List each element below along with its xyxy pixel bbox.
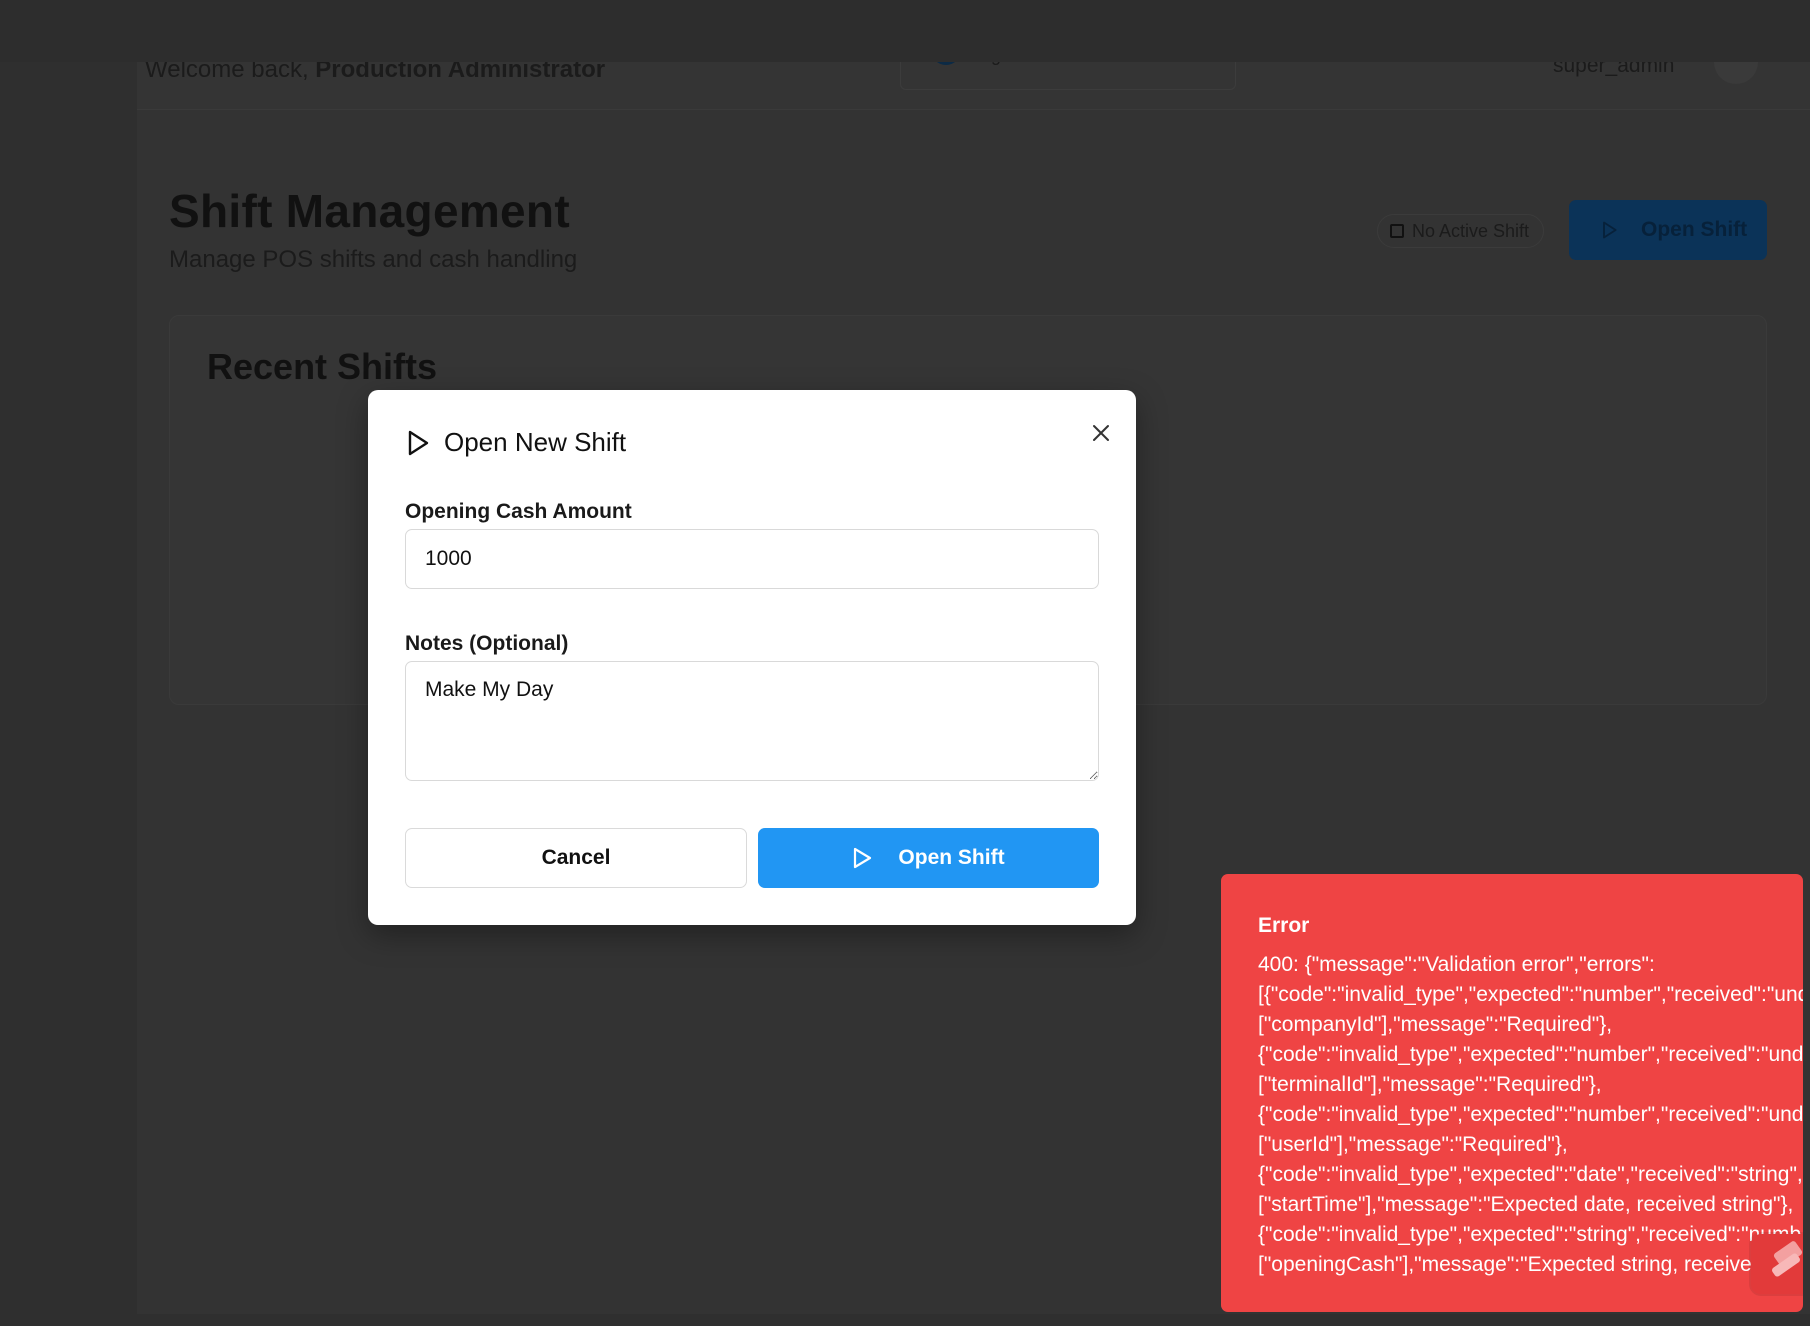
open-shift-button[interactable]: Open Shift xyxy=(1569,200,1767,260)
toast-line: ["terminalId"],"message":"Required"}, xyxy=(1258,1073,1602,1096)
toast-line: {"code":"invalid_type","expected":"date"… xyxy=(1258,1163,1803,1186)
notes-textarea[interactable]: Make My Day xyxy=(405,661,1099,781)
dialog-title: Open New Shift xyxy=(444,427,627,457)
user-role: super_admin xyxy=(1553,62,1675,77)
cancel-button[interactable]: Cancel xyxy=(405,828,747,888)
page-subtitle: Manage POS shifts and cash handling xyxy=(169,246,578,273)
toast-title: Error xyxy=(1258,914,1310,937)
app-header: Welcome back, Production Administrator g… xyxy=(137,62,1810,110)
avatar[interactable] xyxy=(1714,62,1758,84)
square-icon xyxy=(1390,224,1404,238)
toast-line: {"code":"invalid_type","expected":"strin… xyxy=(1258,1223,1802,1246)
toast-line: {"code":"invalid_type","expected":"numbe… xyxy=(1258,1103,1803,1126)
play-icon xyxy=(1603,221,1617,239)
opening-cash-label: Opening Cash Amount xyxy=(405,500,632,523)
notes-label: Notes (Optional) xyxy=(405,632,569,655)
opening-cash-input[interactable] xyxy=(405,529,1099,589)
dialog-header: Open New Shift xyxy=(406,427,626,458)
close-icon xyxy=(1093,425,1109,441)
toast-line: {"code":"invalid_type","expected":"numbe… xyxy=(1258,1043,1803,1066)
toast-line: ["startTime"],"message":"Expected date, … xyxy=(1258,1193,1794,1216)
company-selector[interactable]: general xyxy=(900,62,1236,90)
toast-line: [{"code":"invalid_type","expected":"numb… xyxy=(1258,983,1803,1006)
page-title: Shift Management xyxy=(169,185,570,237)
welcome-text: Welcome back, Production Administrator xyxy=(145,62,605,84)
toast-line: ["userId"],"message":"Required"}, xyxy=(1258,1133,1568,1156)
open-shift-label: Open Shift xyxy=(1641,218,1748,241)
open-shift-dialog: Open New Shift Opening Cash Amount Notes… xyxy=(368,390,1136,925)
welcome-prefix: Welcome back, xyxy=(145,62,309,83)
recent-shifts-title: Recent Shifts xyxy=(207,346,438,387)
window-top-bar xyxy=(0,0,1810,62)
submit-open-shift-button[interactable]: Open Shift xyxy=(758,828,1099,888)
company-name: general xyxy=(991,62,1051,66)
sidebar xyxy=(0,62,137,1326)
shift-status-label: No Active Shift xyxy=(1412,220,1530,241)
toast-line: ["companyId"],"message":"Required"}, xyxy=(1258,1013,1613,1036)
play-icon xyxy=(408,430,429,455)
toast-message: 400: {"message":"Validation error","erro… xyxy=(1258,950,1803,1280)
submit-open-shift-label: Open Shift xyxy=(898,846,1005,869)
shift-status-badge: No Active Shift xyxy=(1377,214,1545,248)
close-button[interactable] xyxy=(1087,419,1115,447)
error-toast[interactable]: Error 400: {"message":"Validation error"… xyxy=(1221,874,1803,1312)
welcome-user: Production Administrator xyxy=(315,62,606,83)
toast-app-icon[interactable] xyxy=(1751,1234,1803,1294)
play-icon xyxy=(854,847,872,869)
toast-line: 400: {"message":"Validation error","erro… xyxy=(1258,953,1655,976)
toast-line: ["openingCash"],"message":"Expected stri… xyxy=(1258,1253,1803,1276)
company-logo-icon xyxy=(931,62,961,65)
